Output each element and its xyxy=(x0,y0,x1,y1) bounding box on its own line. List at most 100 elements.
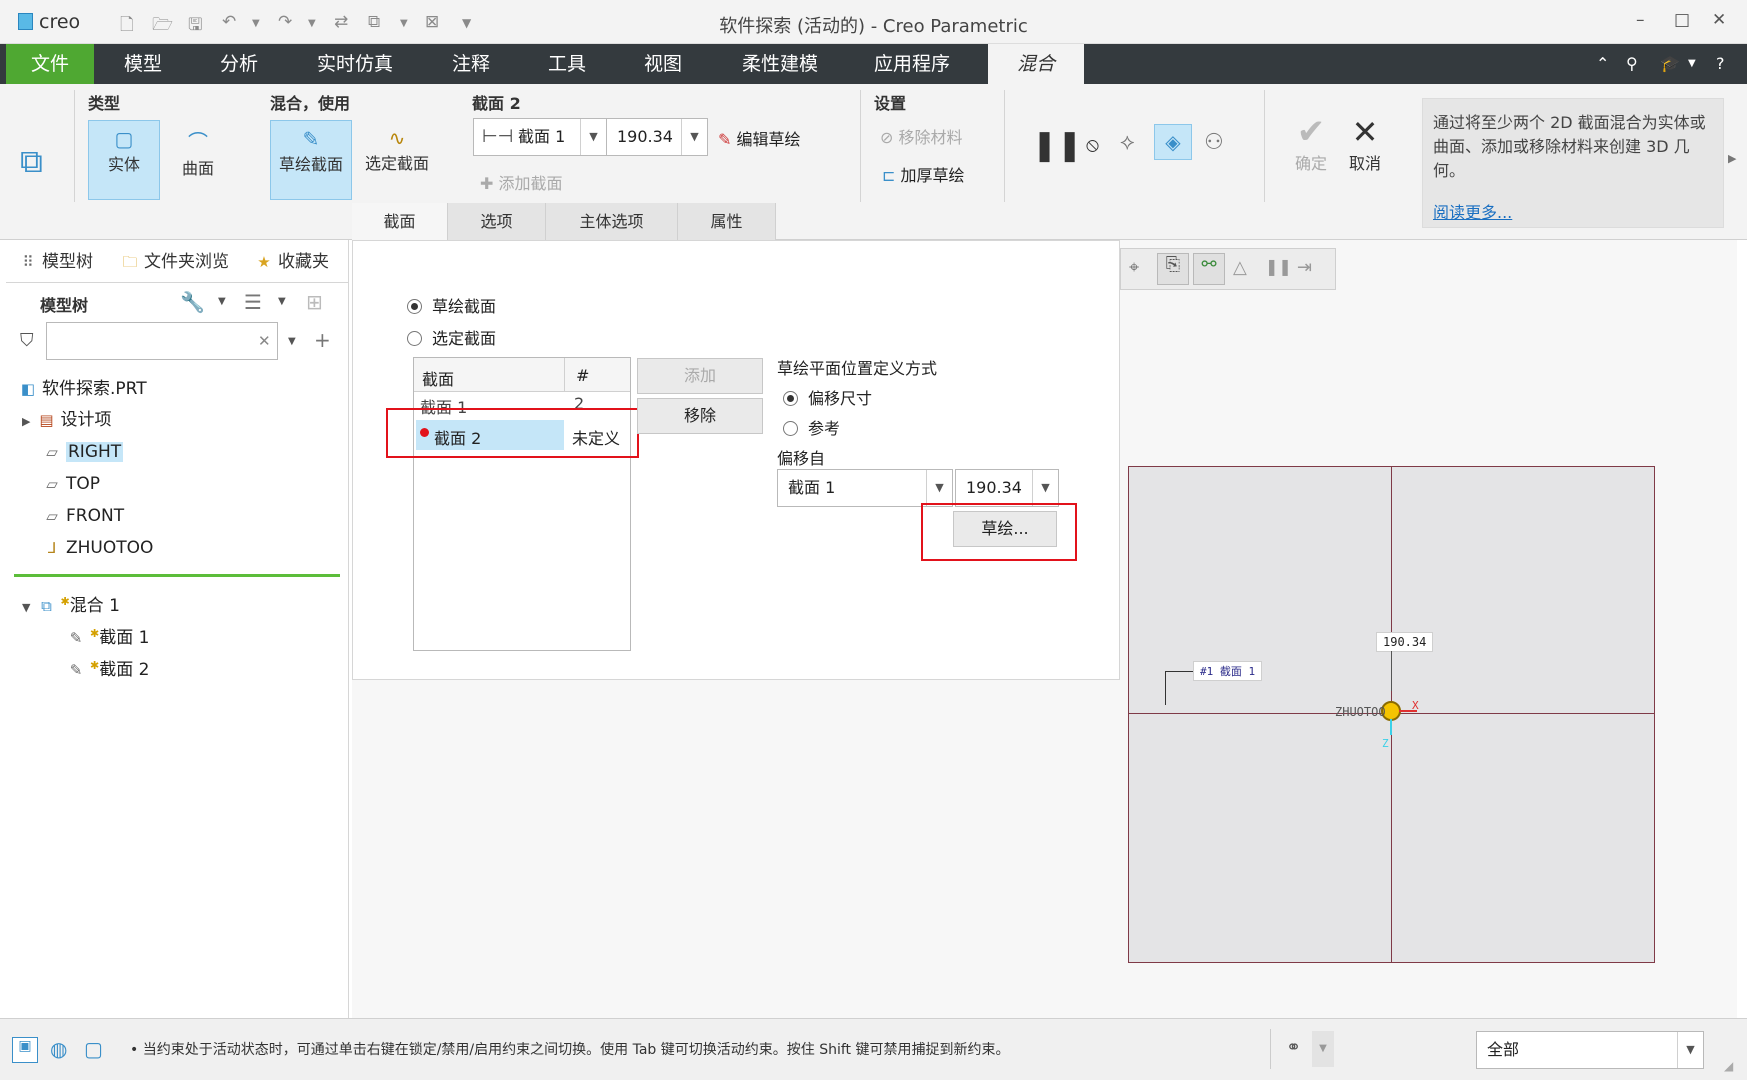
chevron-down-icon[interactable]: ▼ xyxy=(278,296,286,307)
ok-button[interactable]: ✔ 确定 xyxy=(1286,114,1336,174)
tree-filter-icon[interactable]: ⊞ xyxy=(306,290,323,314)
remove-button[interactable]: 移除 xyxy=(637,398,763,434)
resize-grip-icon[interactable]: ◢ xyxy=(1724,1059,1733,1073)
show-list-icon[interactable]: ☰ xyxy=(244,290,262,314)
tree-item-right[interactable]: ▱ RIGHT xyxy=(42,438,124,466)
no-preview-icon[interactable]: ⦸ xyxy=(1086,132,1099,156)
datum-display-icon[interactable]: ⌖ xyxy=(1129,257,1139,278)
radio-selected-sections[interactable]: 选定截面 xyxy=(407,325,496,349)
maximize-button[interactable]: □ xyxy=(1674,10,1690,30)
tab-applications[interactable]: 应用程序 xyxy=(860,44,964,84)
tab-realtime-simulation[interactable]: 实时仿真 xyxy=(302,44,408,84)
chevron-right-icon[interactable]: ▶ xyxy=(1728,152,1736,165)
verify-preview-icon[interactable]: ◈ xyxy=(1154,124,1192,160)
tree-item-part[interactable]: ◧ 软件探索.PRT xyxy=(18,375,147,403)
remove-material-button[interactable]: ⊘ 移除材料 xyxy=(880,124,963,148)
selected-sections-button[interactable]: ∿ 选定截面 xyxy=(356,120,438,200)
tab-tools[interactable]: 工具 xyxy=(524,44,610,84)
minimize-button[interactable]: – xyxy=(1636,10,1645,30)
tree-item-section2[interactable]: ✎ ✱截面 2 xyxy=(66,652,150,680)
tab-file[interactable]: 文件 xyxy=(6,44,94,84)
add-section-button[interactable]: ✚ 添加截面 xyxy=(480,170,563,194)
tab-view[interactable]: 视图 xyxy=(620,44,706,84)
dimension-label[interactable]: 190.34 xyxy=(1376,632,1434,652)
tab-annotate[interactable]: 注释 xyxy=(428,44,514,84)
tab-folder-browser[interactable]: 🗀 文件夹浏览 xyxy=(120,242,230,282)
tab-analysis[interactable]: 分析 xyxy=(196,44,282,84)
thicken-sketch-button[interactable]: ⊏ 加厚草绘 xyxy=(882,162,965,186)
navigator-toggle-icon[interactable]: ▣ xyxy=(12,1037,38,1063)
expand-icon[interactable]: ▶ xyxy=(22,415,30,428)
read-more-link[interactable]: 阅读更多... xyxy=(1433,203,1512,222)
surface-button[interactable]: ⌒ 曲面 xyxy=(162,120,234,200)
ribbon: ⧉ 类型 ▢ 实体 ⌒ 曲面 混合，使用 ✎ 草绘截面 ∿ 选定截面 截面 2 … xyxy=(0,84,1747,240)
full-screen-icon[interactable]: ▢ xyxy=(84,1037,103,1061)
new-feature-icon: ✱ xyxy=(90,627,100,640)
tab-properties[interactable]: 属性 xyxy=(678,203,776,240)
settings-tools-icon[interactable]: 🔧 xyxy=(180,290,205,314)
sketch-points-icon[interactable]: ⚯ xyxy=(1193,253,1225,285)
status-bar: ▣ ◍ ▢ • 当约束处于活动状态时，可通过单击右键在锁定/禁用/启用约束之间切… xyxy=(0,1018,1747,1080)
learning-icon[interactable]: 🎓 xyxy=(1660,54,1680,73)
sketched-sections-button[interactable]: ✎ 草绘截面 xyxy=(270,120,352,200)
favorites-icon: ★ xyxy=(257,253,271,271)
section-orientation-icon[interactable]: ⎘ xyxy=(1157,253,1189,285)
radio-reference[interactable]: 参考 xyxy=(783,415,840,439)
close-button[interactable]: ✕ xyxy=(1712,10,1726,30)
cancel-button[interactable]: ✕ 取消 xyxy=(1340,114,1390,174)
tab-favorites[interactable]: ★ 收藏夹 xyxy=(254,242,329,282)
offset-from-select[interactable]: 截面 1 ▼ xyxy=(777,469,953,507)
tree-item-section1[interactable]: ✎ ✱截面 1 xyxy=(66,620,150,648)
tree-item-top[interactable]: ▱ TOP xyxy=(42,470,100,498)
tree-item-blend[interactable]: ▼ ⧉ ✱混合 1 xyxy=(22,588,120,616)
offset-value-select[interactable]: 190.34 ▼ xyxy=(955,469,1059,507)
chevron-down-icon[interactable]: ▼ xyxy=(288,336,296,347)
sketch-view-icon[interactable]: △ xyxy=(1233,257,1247,278)
collapse-icon[interactable]: ▼ xyxy=(22,601,30,614)
help-icon[interactable]: ? xyxy=(1716,54,1725,73)
find-icon[interactable]: ⚭ xyxy=(1286,1037,1301,1058)
tree-item-front[interactable]: ▱ FRONT xyxy=(42,502,124,530)
ribbon-collapse-icon[interactable]: ⌃ xyxy=(1596,54,1609,73)
pause-icon[interactable]: ❚❚ xyxy=(1032,128,1082,163)
chevron-down-icon[interactable]: ▼ xyxy=(1032,470,1058,506)
model-tree-search-input[interactable] xyxy=(46,322,278,360)
search-icon[interactable]: ⚲ xyxy=(1626,54,1638,73)
column-number: # xyxy=(576,366,590,385)
add-icon[interactable]: + xyxy=(314,328,331,352)
tree-item-csys[interactable]: ⅃ ZHUOTOO xyxy=(42,534,154,562)
radio-offset-dimension[interactable]: 偏移尺寸 xyxy=(783,385,872,409)
mesh-preview-icon[interactable]: ⟡ xyxy=(1120,130,1135,155)
tab-sections[interactable]: 截面 xyxy=(352,203,448,240)
tree-item-design-items[interactable]: ▶ ▤ 设计项 xyxy=(22,406,111,434)
chevron-down-icon[interactable]: ▼ xyxy=(580,119,606,155)
tab-flexible-modeling[interactable]: 柔性建模 xyxy=(728,44,832,84)
insert-here-line[interactable] xyxy=(14,574,340,577)
solid-button[interactable]: ▢ 实体 xyxy=(88,120,160,200)
radio-sketched-sections[interactable]: 草绘截面 xyxy=(407,293,496,317)
filter-icon[interactable]: ⛉ xyxy=(20,330,34,351)
tab-blend[interactable]: 混合 xyxy=(988,44,1084,84)
chevron-down-icon[interactable]: ▼ xyxy=(1677,1032,1703,1068)
pause-icon[interactable]: ❚❚ xyxy=(1265,257,1292,276)
chevron-down-icon[interactable]: ▼ xyxy=(926,470,952,506)
clear-search-icon[interactable]: ✕ xyxy=(258,332,271,350)
tab-options[interactable]: 选项 xyxy=(448,203,546,240)
glasses-preview-icon[interactable]: ⚇ xyxy=(1204,130,1224,155)
tab-model[interactable]: 模型 xyxy=(100,44,186,84)
tab-model-tree[interactable]: ⠿ 模型树 xyxy=(18,242,94,282)
browser-toggle-icon[interactable]: ◍ xyxy=(50,1037,67,1061)
chevron-down-icon[interactable]: ▼ xyxy=(681,119,707,155)
offset-value-select[interactable]: 190.34 ▼ xyxy=(606,118,708,156)
selection-filter-select[interactable]: 全部 ▼ xyxy=(1476,1031,1704,1069)
add-button[interactable]: 添加 xyxy=(637,358,763,394)
chevron-down-icon[interactable]: ▼ xyxy=(218,296,226,307)
learning-dropdown-icon[interactable]: ▼ xyxy=(1688,58,1696,69)
section-label[interactable]: #1 截面 1 xyxy=(1193,661,1263,681)
sketch-view[interactable]: 190.34 #1 截面 1 X Z ZHUOTOO xyxy=(1128,466,1655,963)
section-select[interactable]: ⊢⊣ 截面 1 ▼ xyxy=(473,118,607,156)
chevron-down-icon[interactable]: ▼ xyxy=(1312,1031,1334,1067)
tab-body-options[interactable]: 主体选项 xyxy=(546,203,678,240)
edit-sketch-button[interactable]: ✎ 编辑草绘 xyxy=(718,126,801,150)
sketch-orient-icon[interactable]: ⇥ xyxy=(1297,257,1312,278)
